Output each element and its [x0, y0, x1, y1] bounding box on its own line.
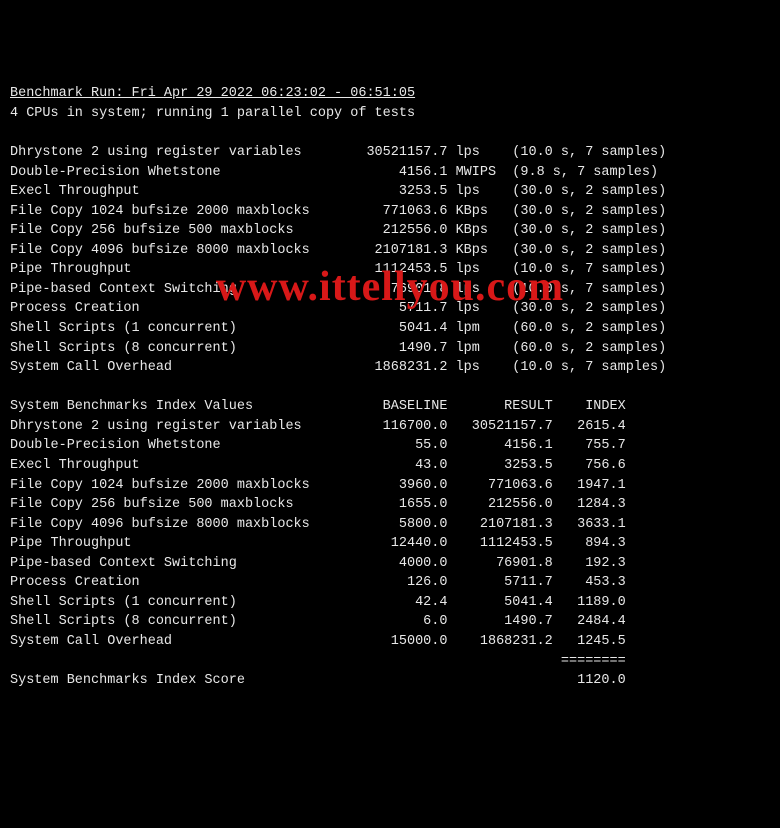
- terminal-output: Benchmark Run: Fri Apr 29 2022 06:23:02 …: [10, 84, 770, 690]
